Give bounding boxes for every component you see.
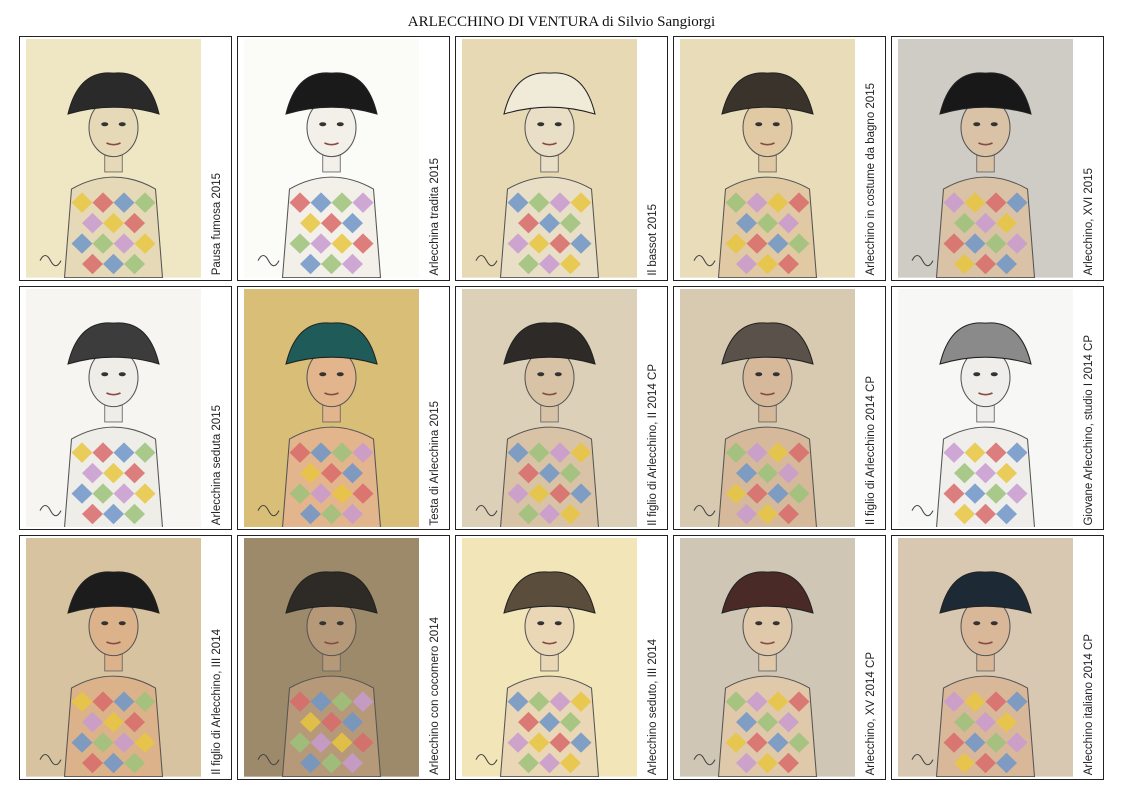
artwork-card[interactable]: Arlecchino, XVI 2015 bbox=[891, 36, 1104, 281]
left-eye bbox=[973, 371, 981, 376]
artwork-caption: Arlecchino in costume da bagno 2015 bbox=[865, 83, 877, 276]
harlequin-costume bbox=[499, 675, 600, 777]
artwork-card[interactable]: Arlecchino, XV 2014 CP bbox=[673, 535, 886, 780]
right-eye bbox=[118, 621, 126, 626]
right-eye bbox=[336, 122, 344, 127]
right-eye bbox=[554, 371, 562, 376]
artwork-image bbox=[898, 39, 1073, 278]
left-eye bbox=[755, 371, 763, 376]
artwork-card[interactable]: Arlecchino in costume da bagno 2015 bbox=[673, 36, 886, 281]
left-eye bbox=[973, 621, 981, 626]
artwork-image bbox=[26, 538, 201, 777]
artwork-card[interactable]: Pausa fumosa 2015 bbox=[19, 36, 232, 281]
left-eye bbox=[537, 122, 545, 127]
left-eye bbox=[319, 621, 327, 626]
left-eye bbox=[537, 371, 545, 376]
harlequin-costume bbox=[935, 176, 1036, 278]
artwork-caption: Testa di Arlecchina 2015 bbox=[429, 400, 441, 526]
left-eye bbox=[319, 122, 327, 127]
artwork-caption: Il figlio di Arlecchino 2014 CP bbox=[865, 376, 877, 526]
artwork-caption: Arlecchino italiano 2014 CP bbox=[1083, 633, 1095, 775]
artwork-card[interactable]: Testa di Arlecchina 2015 bbox=[237, 285, 450, 531]
harlequin-costume bbox=[63, 176, 164, 278]
page-title: ARLECCHINO DI VENTURA di Silvio Sangiorg… bbox=[407, 14, 716, 30]
right-eye bbox=[990, 122, 998, 127]
artwork-image bbox=[26, 39, 201, 278]
right-eye bbox=[336, 621, 344, 626]
artwork-grid: Pausa fumosa 2015 Arlecchina tradita 201… bbox=[19, 36, 1104, 780]
artwork-caption: Il figlio di Arlecchino, III 2014 bbox=[211, 629, 223, 775]
left-eye bbox=[973, 122, 981, 127]
harlequin-costume bbox=[717, 176, 818, 278]
artwork-image bbox=[244, 39, 419, 278]
artwork-caption: Arlecchina seduta 2015 bbox=[211, 405, 223, 526]
left-eye bbox=[101, 122, 109, 127]
artwork-caption: Arlecchino, XV 2014 CP bbox=[865, 651, 877, 775]
harlequin-costume bbox=[281, 176, 382, 278]
right-eye bbox=[990, 621, 998, 626]
artwork-image bbox=[462, 538, 637, 777]
harlequin-costume bbox=[63, 675, 164, 777]
artwork-image bbox=[462, 288, 637, 528]
right-eye bbox=[554, 621, 562, 626]
artwork-caption: Arlecchino seduto, III 2014 bbox=[647, 638, 659, 775]
artwork-card[interactable]: Arlecchino con cocomero 2014 bbox=[237, 535, 450, 780]
harlequin-costume bbox=[935, 426, 1036, 528]
artwork-card[interactable]: Arlecchino seduto, III 2014 bbox=[455, 535, 668, 780]
artwork-caption: Arlecchina tradita 2015 bbox=[429, 158, 441, 276]
left-eye bbox=[101, 371, 109, 376]
artwork-image bbox=[898, 538, 1073, 777]
artwork-card[interactable]: Il bassot 2015 bbox=[455, 36, 668, 281]
artwork-image bbox=[244, 288, 419, 528]
right-eye bbox=[772, 371, 780, 376]
artwork-caption: Arlecchino con cocomero 2014 bbox=[429, 617, 441, 775]
right-eye bbox=[772, 621, 780, 626]
harlequin-costume bbox=[717, 426, 818, 528]
artwork-caption: Il figlio di Arlecchino, II 2014 CP bbox=[647, 363, 659, 526]
artwork-image bbox=[462, 39, 637, 278]
artwork-image bbox=[898, 288, 1073, 528]
left-eye bbox=[319, 371, 327, 376]
artwork-card[interactable]: Arlecchina seduta 2015 bbox=[19, 285, 232, 531]
left-eye bbox=[755, 122, 763, 127]
artwork-caption: Giovane Arlecchino, studio I 2014 CP bbox=[1083, 334, 1095, 526]
right-eye bbox=[772, 122, 780, 127]
artwork-card[interactable]: Giovane Arlecchino, studio I 2014 CP bbox=[891, 285, 1104, 531]
artwork-card[interactable]: Il figlio di Arlecchino 2014 CP bbox=[673, 285, 886, 531]
left-eye bbox=[755, 621, 763, 626]
harlequin-costume bbox=[499, 426, 600, 528]
harlequin-costume bbox=[935, 675, 1036, 777]
artwork-card[interactable]: Arlecchino italiano 2014 CP bbox=[891, 535, 1104, 780]
right-eye bbox=[990, 371, 998, 376]
harlequin-costume bbox=[499, 176, 600, 278]
right-eye bbox=[554, 122, 562, 127]
harlequin-costume bbox=[281, 426, 382, 528]
artwork-card[interactable]: Il figlio di Arlecchino, II 2014 CP bbox=[455, 285, 668, 531]
harlequin-costume bbox=[717, 675, 818, 777]
artwork-card[interactable]: Il figlio di Arlecchino, III 2014 bbox=[19, 535, 232, 780]
left-eye bbox=[537, 621, 545, 626]
right-eye bbox=[118, 122, 126, 127]
artwork-caption: Arlecchino, XVI 2015 bbox=[1083, 168, 1095, 276]
right-eye bbox=[118, 371, 126, 376]
artwork-image bbox=[680, 288, 855, 528]
harlequin-costume bbox=[281, 675, 382, 777]
artwork-card[interactable]: Arlecchina tradita 2015 bbox=[237, 36, 450, 281]
artwork-image bbox=[26, 288, 201, 528]
artwork-image bbox=[680, 538, 855, 777]
artwork-image bbox=[680, 39, 855, 278]
harlequin-costume bbox=[63, 426, 164, 528]
left-eye bbox=[101, 621, 109, 626]
artwork-caption: Pausa fumosa 2015 bbox=[211, 173, 223, 276]
right-eye bbox=[336, 371, 344, 376]
artwork-image bbox=[244, 538, 419, 777]
artwork-caption: Il bassot 2015 bbox=[647, 204, 659, 276]
